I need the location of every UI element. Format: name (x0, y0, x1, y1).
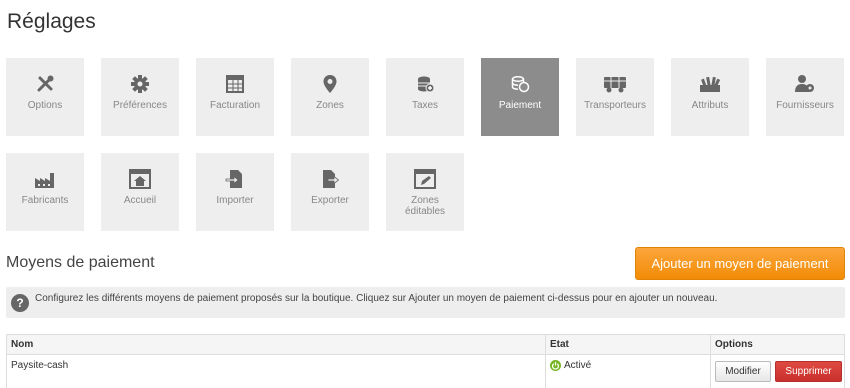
tile-zones-editables[interactable]: Zones éditables (386, 153, 464, 231)
column-header-options: Options (710, 335, 844, 354)
coins-icon (481, 74, 559, 94)
tile-fournisseurs[interactable]: Fournisseurs (766, 58, 844, 136)
tools-icon (6, 74, 84, 94)
column-header-status: Etat (545, 335, 710, 354)
table-header: Nom Etat Options (7, 335, 844, 355)
tile-label: Options (27, 100, 63, 111)
map-pin-icon (291, 74, 369, 94)
section-title: Moyens de paiement (6, 254, 155, 271)
status-badge: Activé (550, 360, 591, 371)
tile-accueil[interactable]: Accueil (101, 153, 179, 231)
payment-method-name: Paysite-cash (11, 360, 69, 371)
tile-label: Accueil (123, 195, 157, 206)
edit-window-icon (386, 169, 464, 189)
user-gear-icon (766, 74, 844, 94)
tile-label: Fabricants (21, 195, 69, 206)
tile-options[interactable]: Options (6, 58, 84, 136)
page-title: Réglages (7, 10, 96, 33)
delete-button[interactable]: Supprimer (775, 361, 842, 382)
question-icon: ? (11, 294, 29, 312)
tile-label: Exporter (311, 195, 349, 206)
tile-fabricants[interactable]: Fabricants (6, 153, 84, 231)
tile-taxes[interactable]: Taxes (386, 58, 464, 136)
add-payment-method-button[interactable]: Ajouter un moyen de paiement (635, 247, 845, 280)
tile-transporteurs[interactable]: Transporteurs (576, 58, 654, 136)
tile-preferences[interactable]: Préférences (101, 58, 179, 136)
tile-label: Fournisseurs (776, 100, 834, 111)
tile-facturation[interactable]: Facturation (196, 58, 274, 136)
tile-label: Zones (316, 100, 344, 111)
payment-methods-table: Nom Etat Options Paysite-cash Activé Mod… (6, 334, 845, 388)
column-header-name: Nom (11, 339, 34, 350)
swatches-icon (671, 74, 749, 94)
invoice-icon (196, 74, 274, 94)
tile-label: Paiement (498, 100, 542, 111)
gear-icon (101, 74, 179, 94)
truck-icon (576, 74, 654, 94)
tile-label: Facturation (209, 100, 261, 111)
tile-zones[interactable]: Zones (291, 58, 369, 136)
tile-label: Attributs (691, 100, 729, 111)
file-import-icon (196, 169, 274, 189)
help-text: Configurez les différents moyens de paie… (35, 293, 718, 304)
tile-label: Taxes (411, 100, 439, 111)
file-export-icon (291, 169, 369, 189)
tile-label: Transporteurs (584, 100, 646, 111)
tile-exporter[interactable]: Exporter (291, 153, 369, 231)
tile-paiement[interactable]: Paiement (481, 58, 559, 136)
status-label: Activé (564, 360, 592, 371)
help-box: ? Configurez les différents moyens de pa… (6, 287, 845, 318)
tile-attributs[interactable]: Attributs (671, 58, 749, 136)
factory-icon (6, 169, 84, 189)
tile-label: Importer (216, 195, 254, 206)
home-window-icon (101, 169, 179, 189)
table-row: Paysite-cash Activé Modifier Supprimer (7, 355, 844, 388)
tile-label: Zones éditables (404, 195, 446, 217)
power-icon (550, 360, 561, 371)
tile-importer[interactable]: Importer (196, 153, 274, 231)
tile-label: Préférences (113, 100, 167, 111)
coins-plus-icon (386, 74, 464, 94)
edit-button[interactable]: Modifier (715, 361, 771, 382)
